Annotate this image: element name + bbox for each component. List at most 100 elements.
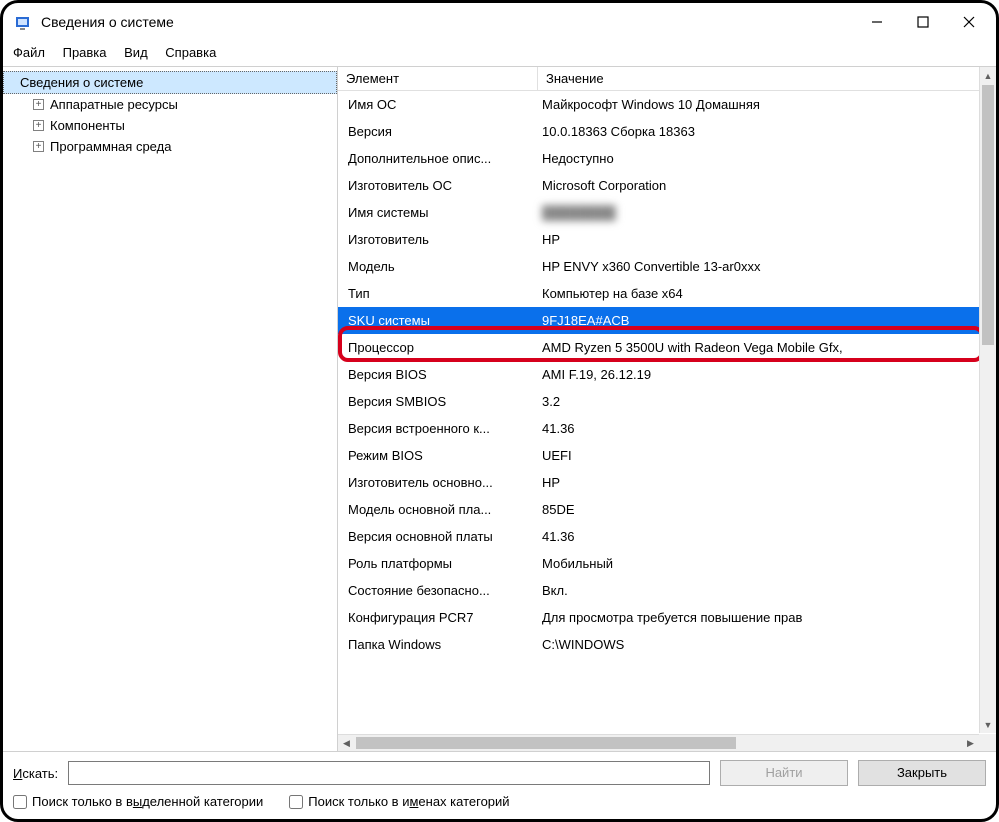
find-button[interactable]: Найти [720, 760, 848, 786]
row-key: SKU системы [338, 307, 538, 334]
row-key: Имя ОС [338, 91, 538, 118]
row-key: Имя системы [338, 199, 538, 226]
list-row[interactable]: Конфигурация PCR7Для просмотра требуется… [338, 604, 979, 631]
list-row[interactable]: Роль платформыМобильный [338, 550, 979, 577]
list-row[interactable]: ТипКомпьютер на базе x64 [338, 280, 979, 307]
list-row[interactable]: Версия SMBIOS3.2 [338, 388, 979, 415]
list-row[interactable]: Версия основной платы41.36 [338, 523, 979, 550]
row-value: HP [538, 469, 979, 496]
row-value: Компьютер на базе x64 [538, 280, 979, 307]
minimize-button[interactable] [854, 7, 900, 37]
close-button[interactable] [946, 7, 992, 37]
list-row[interactable]: Изготовитель основно...HP [338, 469, 979, 496]
search-bar: Искать: Найти Закрыть [3, 752, 996, 792]
scroll-up-icon[interactable]: ▲ [980, 67, 996, 84]
row-value: C:\WINDOWS [538, 631, 979, 658]
list-row[interactable]: Режим BIOSUEFI [338, 442, 979, 469]
menu-help[interactable]: Справка [165, 45, 216, 60]
check-selected-category[interactable]: Поиск только в выделенной категории [13, 794, 263, 809]
tree-item[interactable]: + Компоненты [3, 115, 337, 136]
expand-icon[interactable]: + [33, 99, 44, 110]
row-value: 41.36 [538, 415, 979, 442]
row-key: Модель [338, 253, 538, 280]
details-list[interactable]: Элемент Значение Имя ОСМайкрософт Window… [338, 67, 996, 751]
horizontal-scrollbar[interactable]: ◀ ▶ [338, 734, 979, 751]
list-row[interactable]: Модель основной пла...85DE [338, 496, 979, 523]
row-key: Роль платформы [338, 550, 538, 577]
row-key: Дополнительное опис... [338, 145, 538, 172]
maximize-button[interactable] [900, 7, 946, 37]
list-header: Элемент Значение [338, 67, 996, 91]
row-key: Версия основной платы [338, 523, 538, 550]
menu-edit[interactable]: Правка [63, 45, 107, 60]
search-options: Поиск только в выделенной категории Поис… [3, 792, 996, 819]
list-row[interactable]: Папка WindowsC:\WINDOWS [338, 631, 979, 658]
search-label: Искать: [13, 766, 58, 781]
window-title: Сведения о системе [41, 14, 854, 30]
scroll-left-icon[interactable]: ◀ [338, 735, 355, 751]
list-row[interactable]: Версия BIOSAMI F.19, 26.12.19 [338, 361, 979, 388]
menu-file[interactable]: Файл [13, 45, 45, 60]
row-value: AMI F.19, 26.12.19 [538, 361, 979, 388]
scroll-corner [979, 734, 996, 751]
list-row[interactable]: ИзготовительHP [338, 226, 979, 253]
row-value: ████████ [538, 199, 979, 226]
row-key: Режим BIOS [338, 442, 538, 469]
category-tree[interactable]: Сведения о системе +Аппаратные ресурсы+К… [3, 67, 338, 751]
row-value: Для просмотра требуется повышение прав [538, 604, 979, 631]
row-key: Версия BIOS [338, 361, 538, 388]
row-value: UEFI [538, 442, 979, 469]
list-row[interactable]: ПроцессорAMD Ryzen 5 3500U with Radeon V… [338, 334, 979, 361]
list-row[interactable]: МодельHP ENVY x360 Convertible 13-ar0xxx [338, 253, 979, 280]
row-value: HP [538, 226, 979, 253]
row-key: Тип [338, 280, 538, 307]
tree-item-label: Компоненты [50, 118, 125, 133]
row-key: Версия [338, 118, 538, 145]
row-key: Модель основной пла... [338, 496, 538, 523]
search-input[interactable] [68, 761, 710, 785]
row-value: AMD Ryzen 5 3500U with Radeon Vega Mobil… [538, 334, 979, 361]
menu-view[interactable]: Вид [124, 45, 148, 60]
row-key: Процессор [338, 334, 538, 361]
row-value: Мобильный [538, 550, 979, 577]
scroll-thumb[interactable] [356, 737, 736, 749]
list-row[interactable]: Имя системы████████ [338, 199, 979, 226]
list-row[interactable]: SKU системы9FJ18EA#ACB [338, 307, 979, 334]
row-key: Изготовитель [338, 226, 538, 253]
checkbox-selected-category[interactable] [13, 795, 27, 809]
list-row[interactable]: Состояние безопасно...Вкл. [338, 577, 979, 604]
row-key: Состояние безопасно... [338, 577, 538, 604]
list-row[interactable]: Изготовитель ОСMicrosoft Corporation [338, 172, 979, 199]
scroll-thumb[interactable] [982, 85, 994, 345]
vertical-scrollbar[interactable]: ▲ ▼ [979, 67, 996, 733]
row-key: Изготовитель ОС [338, 172, 538, 199]
check-category-names[interactable]: Поиск только в именах категорий [289, 794, 509, 809]
row-value: 85DE [538, 496, 979, 523]
tree-item-label: Программная среда [50, 139, 171, 154]
menu-bar: Файл Правка Вид Справка [3, 41, 996, 66]
list-row[interactable]: Дополнительное опис...Недоступно [338, 145, 979, 172]
list-row[interactable]: Версия10.0.18363 Сборка 18363 [338, 118, 979, 145]
list-row[interactable]: Имя ОСМайкрософт Windows 10 Домашняя [338, 91, 979, 118]
row-value: HP ENVY x360 Convertible 13-ar0xxx [538, 253, 979, 280]
tree-root[interactable]: Сведения о системе [3, 71, 337, 94]
row-value: Вкл. [538, 577, 979, 604]
expand-icon[interactable]: + [33, 141, 44, 152]
row-key: Версия SMBIOS [338, 388, 538, 415]
row-value: Microsoft Corporation [538, 172, 979, 199]
row-key: Изготовитель основно... [338, 469, 538, 496]
scroll-right-icon[interactable]: ▶ [962, 735, 979, 751]
close-search-button[interactable]: Закрыть [858, 760, 986, 786]
expand-icon[interactable]: + [33, 120, 44, 131]
row-value: Майкрософт Windows 10 Домашняя [538, 91, 979, 118]
row-key: Папка Windows [338, 631, 538, 658]
checkbox-category-names[interactable] [289, 795, 303, 809]
app-icon [15, 13, 33, 31]
row-key: Конфигурация PCR7 [338, 604, 538, 631]
list-row[interactable]: Версия встроенного к...41.36 [338, 415, 979, 442]
tree-item[interactable]: +Аппаратные ресурсы [3, 94, 337, 115]
tree-item[interactable]: + Программная среда [3, 136, 337, 157]
scroll-down-icon[interactable]: ▼ [980, 716, 996, 733]
column-element[interactable]: Элемент [338, 67, 538, 90]
column-value[interactable]: Значение [538, 67, 996, 90]
